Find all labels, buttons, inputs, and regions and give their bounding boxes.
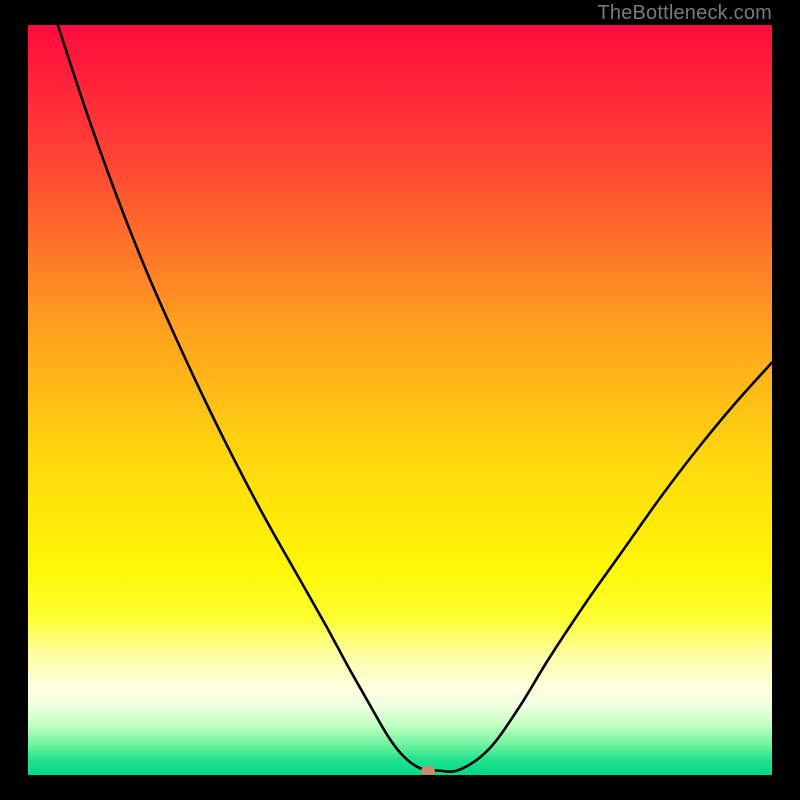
attribution-text: TheBottleneck.com <box>597 2 772 25</box>
optimal-point-marker <box>421 766 435 776</box>
chart-frame: TheBottleneck.com <box>0 0 800 800</box>
bottleneck-curve <box>28 25 772 775</box>
plot-area <box>28 25 772 775</box>
